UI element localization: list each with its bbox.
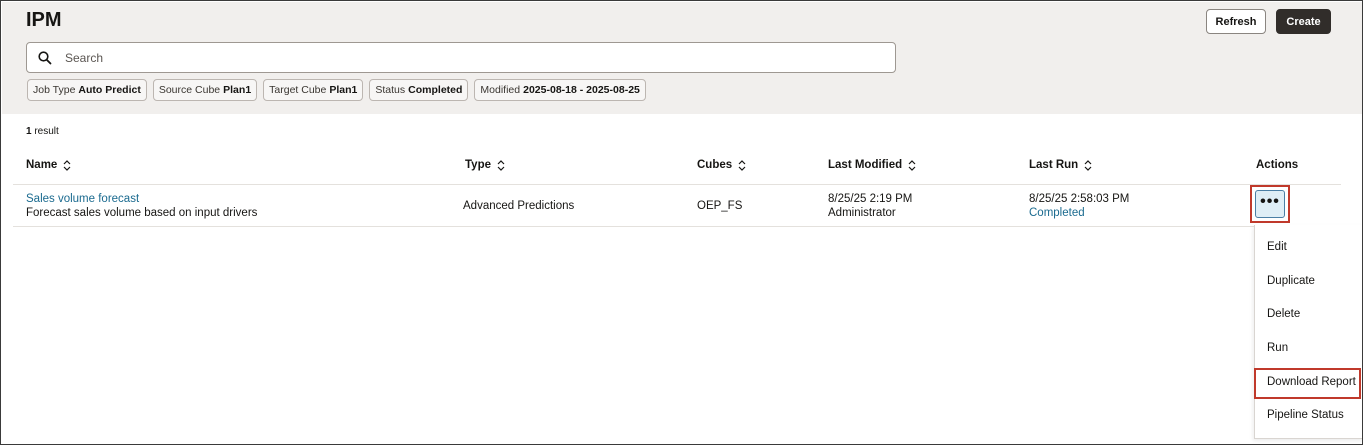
results-count-number: 1 — [26, 126, 32, 137]
filter-chip-key: Target Cube — [269, 84, 327, 96]
refresh-button[interactable]: Refresh — [1206, 9, 1266, 34]
menu-item-pipeline-status[interactable]: Pipeline Status — [1255, 400, 1362, 430]
column-header-label: Name — [26, 159, 58, 171]
filter-chip-key: Modified — [480, 84, 521, 96]
table-header: Name Type Cubes Last Modified Last Run A… — [13, 148, 1341, 185]
sort-icon — [63, 159, 71, 171]
menu-item-run[interactable]: Run — [1255, 333, 1362, 363]
search-box[interactable] — [26, 42, 896, 73]
column-header-last-modified[interactable]: Last Modified — [828, 159, 916, 171]
results-count: 1 result — [26, 126, 59, 137]
column-header-actions: Actions — [1256, 159, 1298, 171]
search-input[interactable] — [65, 43, 885, 72]
download-report-highlight-box — [1254, 368, 1361, 399]
column-header-label: Cubes — [697, 159, 733, 171]
job-type: Advanced Predictions — [463, 200, 575, 212]
sort-icon — [738, 159, 746, 171]
search-icon — [38, 51, 52, 65]
row-actions-button[interactable]: ••• — [1255, 190, 1285, 218]
results-count-label: result — [34, 126, 59, 137]
filter-chip-value: Plan1 — [329, 84, 358, 96]
sort-icon — [497, 159, 505, 171]
filter-chip-target-cube[interactable]: Target Cube Plan1 — [263, 79, 364, 101]
column-header-label: Actions — [1256, 159, 1299, 171]
job-description: Forecast sales volume based on input dri… — [26, 207, 258, 219]
last-modified-by: Administrator — [828, 207, 896, 219]
sort-icon — [1084, 159, 1092, 171]
filter-chip-modified[interactable]: Modified 2025-08-18 - 2025-08-25 — [474, 79, 646, 101]
filter-chip-value: Plan1 — [223, 84, 252, 96]
filter-chip-job-type[interactable]: Job Type Auto Predict — [27, 79, 147, 101]
filter-chip-value: Auto Predict — [78, 84, 141, 96]
filter-chip-status[interactable]: Status Completed — [369, 79, 469, 101]
column-header-cubes[interactable]: Cubes — [697, 159, 746, 171]
filter-chip-key: Job Type — [33, 84, 76, 96]
column-header-label: Last Run — [1029, 159, 1079, 171]
row-actions-menu: Edit Duplicate Delete Run Download Repor… — [1254, 225, 1362, 439]
filter-chip-key: Status — [375, 84, 406, 96]
last-run-date: 8/25/25 2:58:03 PM — [1029, 193, 1130, 205]
filter-chip-key: Source Cube — [158, 84, 221, 96]
table-row[interactable]: Sales volume forecast Forecast sales vol… — [13, 185, 1353, 227]
filter-chip-value: 2025-08-18 - 2025-08-25 — [523, 84, 640, 96]
menu-item-duplicate[interactable]: Duplicate — [1255, 266, 1362, 296]
sort-icon — [908, 159, 916, 171]
job-name-link[interactable]: Sales volume forecast — [26, 192, 139, 206]
create-button[interactable]: Create — [1276, 9, 1331, 34]
column-header-name[interactable]: Name — [26, 159, 71, 171]
filter-chip-source-cube[interactable]: Source Cube Plan1 — [152, 79, 258, 101]
column-header-last-run[interactable]: Last Run — [1029, 159, 1092, 171]
menu-item-edit[interactable]: Edit — [1255, 232, 1362, 262]
app-window: IPM Refresh Create Job Type Auto Predict… — [0, 0, 1363, 445]
column-header-label: Type — [465, 159, 491, 171]
filter-chips: Job Type Auto Predict Source Cube Plan1 … — [27, 79, 646, 101]
filter-chip-value: Completed — [408, 84, 463, 96]
column-header-label: Last Modified — [828, 159, 903, 171]
more-options-icon: ••• — [1260, 193, 1280, 210]
page-title: IPM — [26, 9, 62, 31]
job-cubes: OEP_FS — [697, 200, 743, 212]
column-header-type[interactable]: Type — [465, 159, 505, 171]
last-run-status[interactable]: Completed — [1029, 206, 1085, 220]
menu-item-delete[interactable]: Delete — [1255, 299, 1362, 329]
last-modified-date: 8/25/25 2:19 PM — [828, 193, 913, 205]
page-header: IPM Refresh Create Job Type Auto Predict… — [2, 2, 1362, 114]
